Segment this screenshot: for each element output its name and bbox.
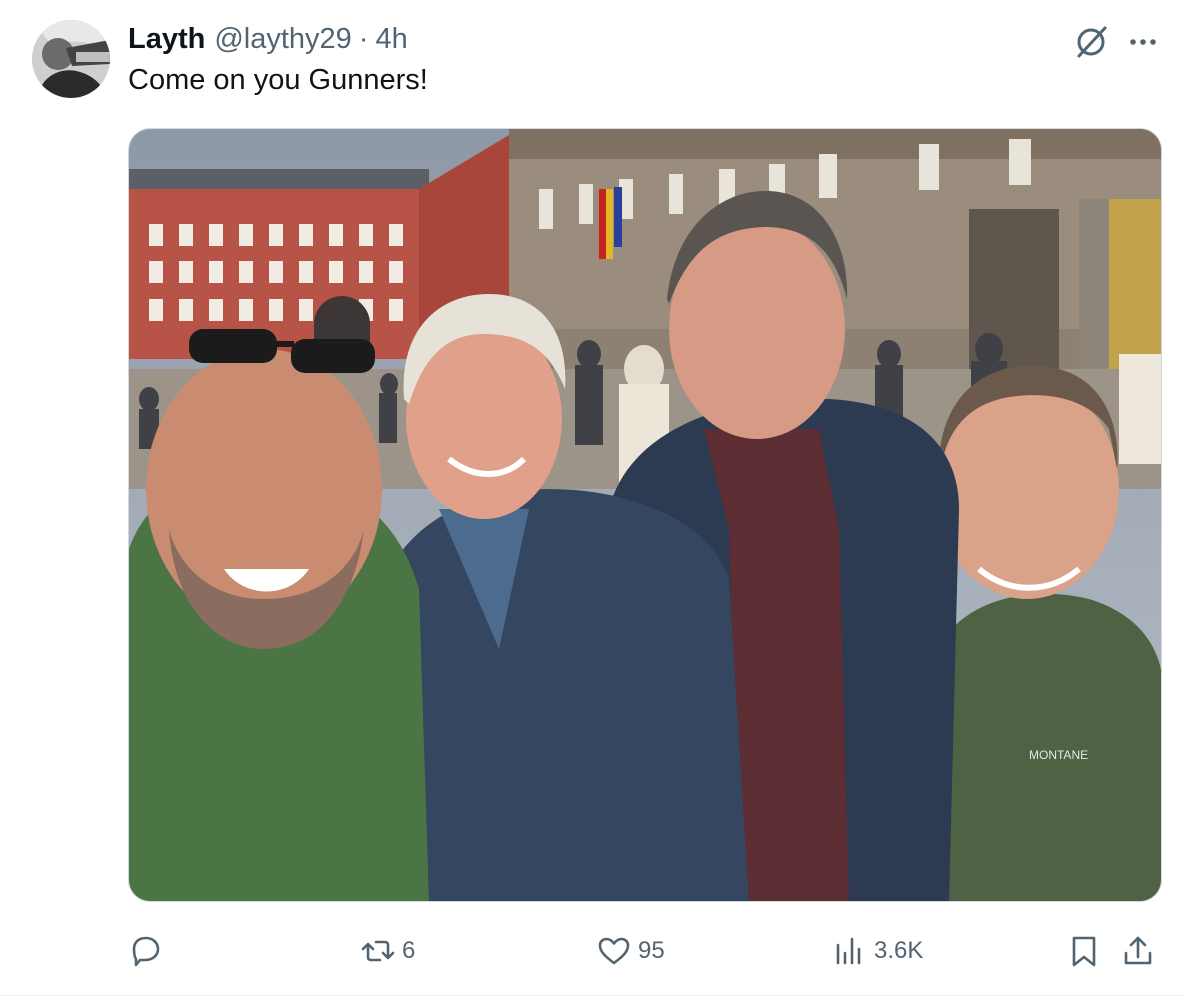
svg-text:MONTANE: MONTANE [1029, 748, 1088, 762]
retweet-button[interactable]: 6 [360, 924, 415, 978]
more-icon[interactable] [1125, 24, 1161, 60]
retweet-icon [361, 940, 395, 962]
tweet-text: Come on you Gunners! [128, 64, 428, 96]
share-icon [1124, 936, 1152, 965]
separator-dot: · [358, 22, 369, 55]
views-icon [836, 937, 861, 965]
tweet-photo[interactable]: MONTANE [128, 128, 1162, 902]
tweet-action-bar: 6 95 3.6K [0, 924, 1184, 978]
avatar-image [32, 20, 110, 98]
grok-icon[interactable] [1073, 24, 1109, 60]
view-count: 3.6K [874, 937, 924, 964]
bookmark-button[interactable] [1066, 924, 1102, 978]
views-button[interactable]: 3.6K [832, 924, 923, 978]
like-button[interactable]: 95 [596, 924, 665, 978]
like-count: 95 [638, 937, 665, 964]
bookmark-icon [1072, 936, 1096, 967]
like-icon [598, 937, 630, 965]
reply-icon [132, 936, 160, 967]
reply-button[interactable] [128, 924, 170, 978]
timestamp[interactable]: 4h [375, 23, 407, 56]
tweet-header: Layth @laythy29 · 4h [128, 20, 408, 58]
share-button[interactable] [1120, 924, 1156, 978]
retweet-count: 6 [402, 937, 416, 964]
avatar[interactable] [32, 20, 110, 98]
photo-illustration: MONTANE [129, 129, 1161, 901]
display-name[interactable]: Layth [128, 23, 205, 56]
user-handle[interactable]: @laythy29 [214, 23, 351, 56]
